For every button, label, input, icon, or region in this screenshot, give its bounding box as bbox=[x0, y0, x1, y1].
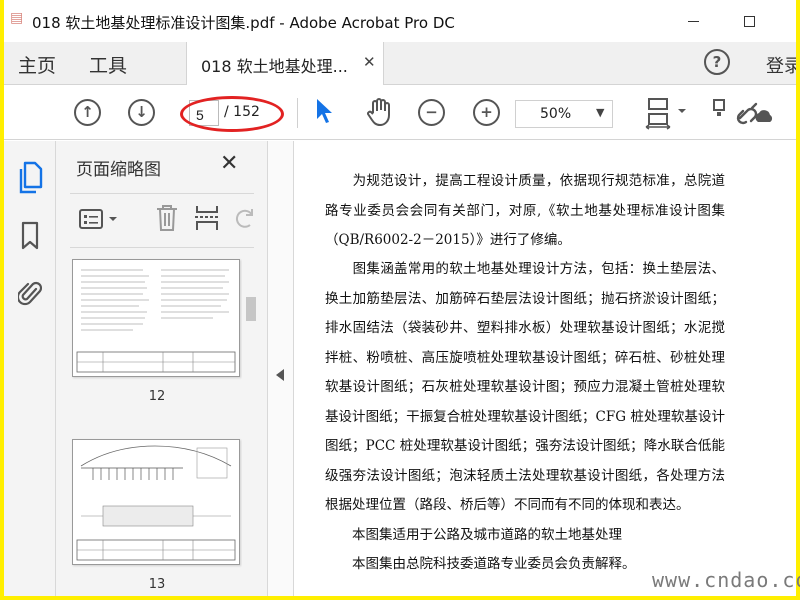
close-panel-icon[interactable]: ✕ bbox=[220, 151, 238, 176]
insert-page-icon[interactable] bbox=[194, 203, 220, 233]
toolbar: ↑ ↓ − + bbox=[4, 86, 796, 140]
collapse-arrow-icon bbox=[276, 369, 284, 381]
thumbnail-preview bbox=[76, 445, 236, 561]
page-thumbnail[interactable] bbox=[72, 259, 240, 377]
left-rail bbox=[4, 141, 56, 596]
thumbnail-scrollbar[interactable] bbox=[242, 255, 260, 595]
chevron-down-icon: ▼ bbox=[596, 106, 605, 119]
zoom-in-icon[interactable]: + bbox=[473, 99, 500, 126]
thumbnail-page-number: 13 bbox=[148, 577, 166, 592]
doc-paragraph: 本图集适用于公路及城市道路的软土地基处理 bbox=[325, 527, 622, 543]
thumbnail-list: 12 13 bbox=[56, 251, 268, 596]
bookmarks-icon[interactable] bbox=[20, 221, 40, 251]
window-title: 018 软土地基处理标准设计图集.pdf - Adobe Acrobat Pro… bbox=[32, 14, 455, 32]
sign-in-link[interactable]: 登录 bbox=[766, 52, 796, 78]
hand-tool-icon[interactable] bbox=[364, 97, 394, 127]
rotate-icon[interactable] bbox=[234, 205, 256, 231]
tab-document[interactable]: 018 软土地基处理... ✕ bbox=[186, 42, 384, 85]
next-page-icon[interactable]: ↓ bbox=[128, 99, 155, 126]
zoom-dropdown[interactable]: 50% ▼ bbox=[515, 100, 613, 128]
minimize-button[interactable] bbox=[678, 8, 708, 34]
attachments-icon[interactable] bbox=[18, 277, 42, 309]
thumbnail-preview bbox=[76, 269, 236, 373]
select-pointer-icon[interactable] bbox=[315, 97, 333, 125]
panel-collapse-handle[interactable] bbox=[268, 141, 294, 596]
options-menu-icon[interactable] bbox=[78, 207, 126, 231]
panel-title: 页面缩略图 bbox=[76, 160, 161, 180]
close-tab-icon[interactable]: ✕ bbox=[363, 53, 376, 71]
prev-page-icon[interactable]: ↑ bbox=[74, 99, 101, 126]
tab-home[interactable]: 主页 bbox=[18, 51, 56, 78]
panel-divider bbox=[70, 247, 254, 248]
link-icon[interactable] bbox=[734, 96, 774, 128]
document-view[interactable]: 为规范设计，提高工程设计质量，依据现行规范标准，总院道路专业委员会会同有关部门，… bbox=[295, 141, 796, 596]
page-thumbnail[interactable] bbox=[72, 439, 240, 565]
share-icon[interactable] bbox=[712, 98, 726, 126]
panel-divider bbox=[70, 193, 254, 194]
acrobat-window: ▤ 018 软土地基处理标准设计图集.pdf - Adobe Acrobat P… bbox=[4, 0, 796, 596]
scrollbar-thumb[interactable] bbox=[246, 297, 256, 321]
help-icon[interactable]: ? bbox=[704, 49, 730, 75]
document-tab-label: 018 软土地基处理... bbox=[201, 57, 348, 76]
highlight-ellipse bbox=[180, 96, 284, 132]
page-fit-icon[interactable] bbox=[644, 96, 690, 130]
maximize-icon bbox=[743, 15, 755, 27]
page-thumbnails-icon[interactable] bbox=[16, 161, 44, 195]
zoom-out-icon[interactable]: − bbox=[418, 99, 445, 126]
delete-icon[interactable] bbox=[154, 203, 180, 233]
app-logo-icon: ▤ bbox=[10, 10, 24, 26]
minimize-icon bbox=[687, 20, 699, 22]
zoom-value: 50% bbox=[540, 106, 572, 122]
thumbnails-panel: 页面缩略图 ✕ 12 13 bbox=[56, 141, 268, 596]
title-bar: ▤ 018 软土地基处理标准设计图集.pdf - Adobe Acrobat P… bbox=[4, 0, 796, 42]
tab-bar: 主页 工具 018 软土地基处理... ✕ ? 登录 bbox=[4, 42, 796, 85]
site-watermark: www.cndao.com bbox=[652, 568, 800, 592]
doc-paragraph: 为规范设计，提高工程设计质量，依据现行规范标准，总院道路专业委员会会同有关部门，… bbox=[325, 173, 725, 248]
tab-tools[interactable]: 工具 bbox=[89, 51, 127, 78]
doc-paragraph: 图集涵盖常用的软土地基处理设计方法，包括：换土垫层法、换土加筋垫层法、加筋碎石垫… bbox=[325, 261, 725, 513]
maximize-button[interactable] bbox=[734, 8, 764, 34]
toolbar-divider bbox=[297, 98, 298, 128]
thumbnail-page-number: 12 bbox=[148, 389, 166, 404]
